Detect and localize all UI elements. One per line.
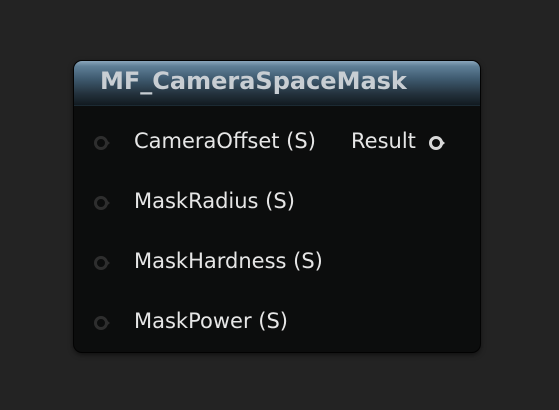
- output-pin-icon[interactable]: [429, 136, 445, 150]
- input-row-mask-radius: MaskRadius (S): [74, 187, 480, 217]
- output-row-result: Result: [74, 127, 480, 157]
- node-header[interactable]: MF_CameraSpaceMask: [74, 61, 480, 106]
- input-pin-label: MaskPower (S): [134, 309, 288, 333]
- node-title: MF_CameraSpaceMask: [100, 67, 407, 95]
- input-pin-icon[interactable]: [94, 196, 110, 210]
- input-pin-label: MaskRadius (S): [134, 189, 295, 213]
- input-pin-icon[interactable]: [94, 256, 110, 270]
- material-function-node[interactable]: MF_CameraSpaceMask CameraOffset (S) Mask…: [74, 61, 480, 352]
- input-pin-icon[interactable]: [94, 316, 110, 330]
- output-pin-label: Result: [351, 129, 416, 153]
- input-row-mask-power: MaskPower (S): [74, 307, 480, 337]
- input-row-mask-hardness: MaskHardness (S): [74, 247, 480, 277]
- input-pin-label: MaskHardness (S): [134, 249, 323, 273]
